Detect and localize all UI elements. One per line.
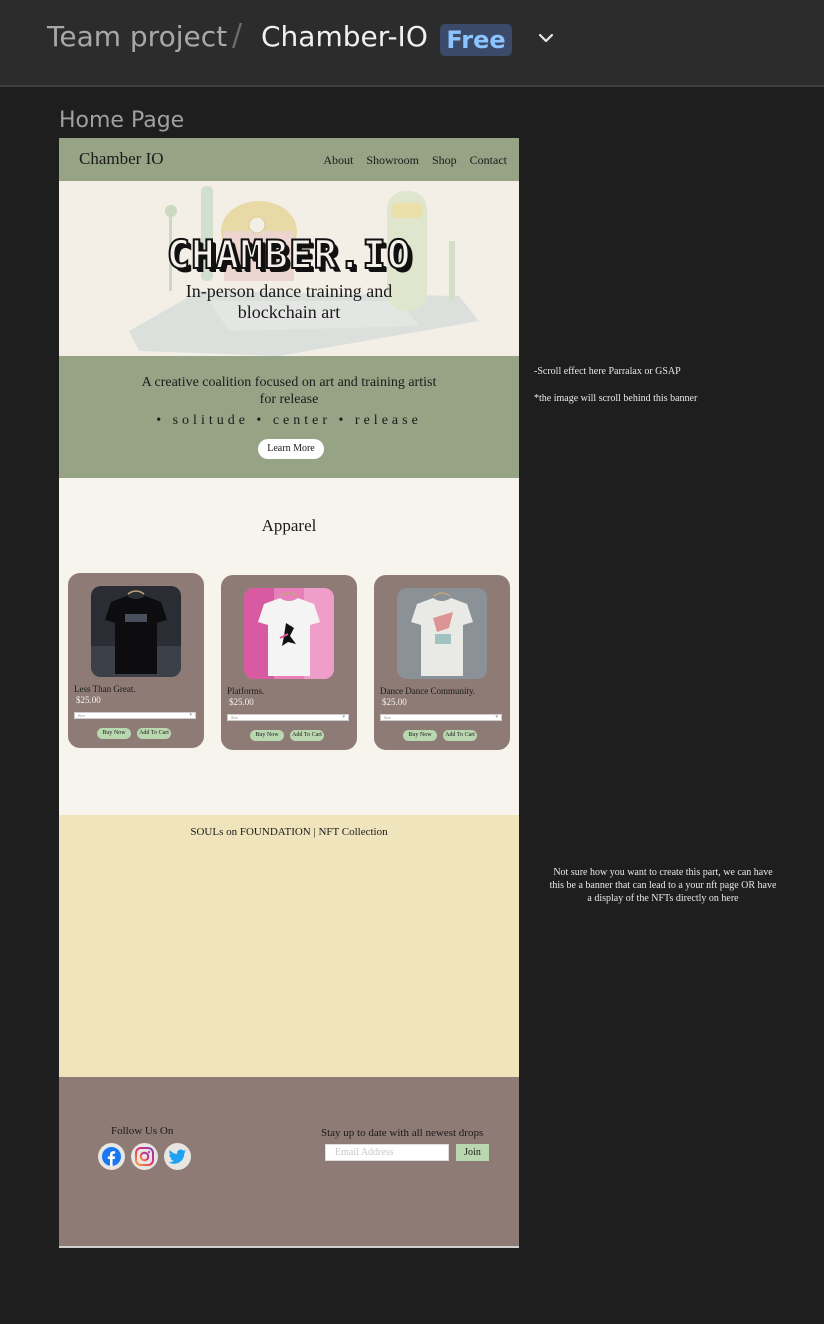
banner-text: A creative coalition focused on art and … — [59, 374, 519, 408]
tshirt-image — [91, 586, 181, 677]
size-select[interactable]: Size ▾ — [380, 714, 502, 721]
site-brand[interactable]: Chamber IO — [79, 149, 164, 169]
home-page-frame[interactable]: Chamber IO About Showroom Shop Contact C… — [59, 138, 519, 1248]
instagram-icon — [135, 1147, 154, 1166]
product-name: Less Than Great. — [74, 684, 136, 694]
tshirt-image — [397, 588, 487, 679]
nft-title: SOULs on FOUNDATION | NFT Collection — [190, 826, 388, 838]
nav-contact[interactable]: Contact — [470, 153, 507, 168]
product-image[interactable] — [397, 588, 487, 679]
hero-subtitle-line: blockchain art — [237, 302, 341, 322]
add-to-cart-button[interactable]: Add To Cart — [290, 730, 324, 741]
product-name: Platforms. — [227, 686, 265, 696]
product-price: $25.00 — [76, 695, 101, 705]
nav-about[interactable]: About — [323, 153, 353, 168]
learn-more-button[interactable]: Learn More — [258, 439, 324, 459]
site-footer: Follow Us On Stay up to date with all ne… — [59, 1077, 519, 1248]
product-image[interactable] — [91, 586, 181, 677]
nav-shop[interactable]: Shop — [432, 153, 457, 168]
chevron-down-icon: ▾ — [495, 715, 498, 720]
email-input[interactable]: Email Address — [325, 1144, 449, 1161]
editor-topbar: Team project / Chamber-IO Free — [0, 0, 824, 87]
size-select[interactable]: Size ▾ — [74, 712, 196, 719]
product-name: Dance Dance Community. — [380, 686, 476, 696]
chevron-down-icon[interactable] — [536, 28, 556, 48]
product-price: $25.00 — [229, 697, 254, 707]
buy-now-button[interactable]: Buy Now — [403, 730, 437, 741]
site-nav: Chamber IO About Showroom Shop Contact — [59, 138, 519, 181]
size-select[interactable]: Size ▾ — [227, 714, 349, 721]
product-card[interactable]: Dance Dance Community. $25.00 Size ▾ Buy … — [374, 575, 510, 750]
follow-label: Follow Us On — [111, 1125, 174, 1137]
nav-links: About Showroom Shop Contact — [323, 153, 507, 168]
join-button[interactable]: Join — [456, 1144, 489, 1161]
hero-title: CHAMBER.IO — [166, 232, 412, 279]
plan-badge: Free — [440, 24, 512, 56]
product-card[interactable]: Platforms. $25.00 Size ▾ Buy Now Add To C… — [221, 575, 357, 750]
hero-subtitle-line: In-person dance training and — [185, 281, 393, 301]
tshirt-image — [244, 588, 334, 679]
chevron-down-icon: ▾ — [342, 715, 345, 720]
product-image[interactable] — [244, 588, 334, 679]
buy-now-button[interactable]: Buy Now — [250, 730, 284, 741]
twitter-link[interactable] — [164, 1143, 191, 1170]
banner-text-line: for release — [259, 392, 319, 407]
nav-showroom[interactable]: Showroom — [366, 153, 419, 168]
newsletter-label: Stay up to date with all newest drops — [321, 1127, 484, 1139]
hero-subtitle: In-person dance training and blockchain … — [59, 281, 519, 323]
breadcrumb-team[interactable]: Team project — [47, 20, 227, 53]
banner-tagline: • solitude • center • release — [156, 413, 422, 428]
apparel-title: Apparel — [261, 516, 317, 535]
add-to-cart-button[interactable]: Add To Cart — [137, 728, 171, 739]
instagram-link[interactable] — [131, 1143, 158, 1170]
banner-text-line: A creative coalition focused on art and … — [141, 375, 437, 390]
nft-section: SOULs on FOUNDATION | NFT Collection — [59, 815, 519, 1077]
annotation-scroll[interactable]: -Scroll effect here Parralax or GSAP — [534, 366, 681, 377]
product-price: $25.00 — [382, 697, 407, 707]
hero-section: CHAMBER.IO In-person dance training and … — [59, 181, 519, 356]
annotation-image[interactable]: *the image will scroll behind this banne… — [534, 393, 697, 404]
size-select-label: Size — [78, 713, 85, 718]
chevron-down-icon: ▾ — [189, 713, 192, 718]
facebook-link[interactable] — [98, 1143, 125, 1170]
mission-banner: A creative coalition focused on art and … — [59, 356, 519, 478]
annotation-nft[interactable]: Not sure how you want to create this par… — [548, 866, 778, 905]
twitter-icon — [168, 1149, 186, 1164]
frame-label[interactable]: Home Page — [59, 108, 184, 133]
breadcrumb-separator: / — [232, 18, 243, 53]
facebook-icon — [102, 1147, 121, 1166]
breadcrumb-project[interactable]: Chamber-IO — [261, 20, 428, 53]
add-to-cart-button[interactable]: Add To Cart — [443, 730, 477, 741]
size-select-label: Size — [231, 715, 238, 720]
size-select-label: Size — [384, 715, 391, 720]
product-card[interactable]: Less Than Great. $25.00 Size ▾ Buy Now Ad… — [68, 573, 204, 748]
buy-now-button[interactable]: Buy Now — [97, 728, 131, 739]
